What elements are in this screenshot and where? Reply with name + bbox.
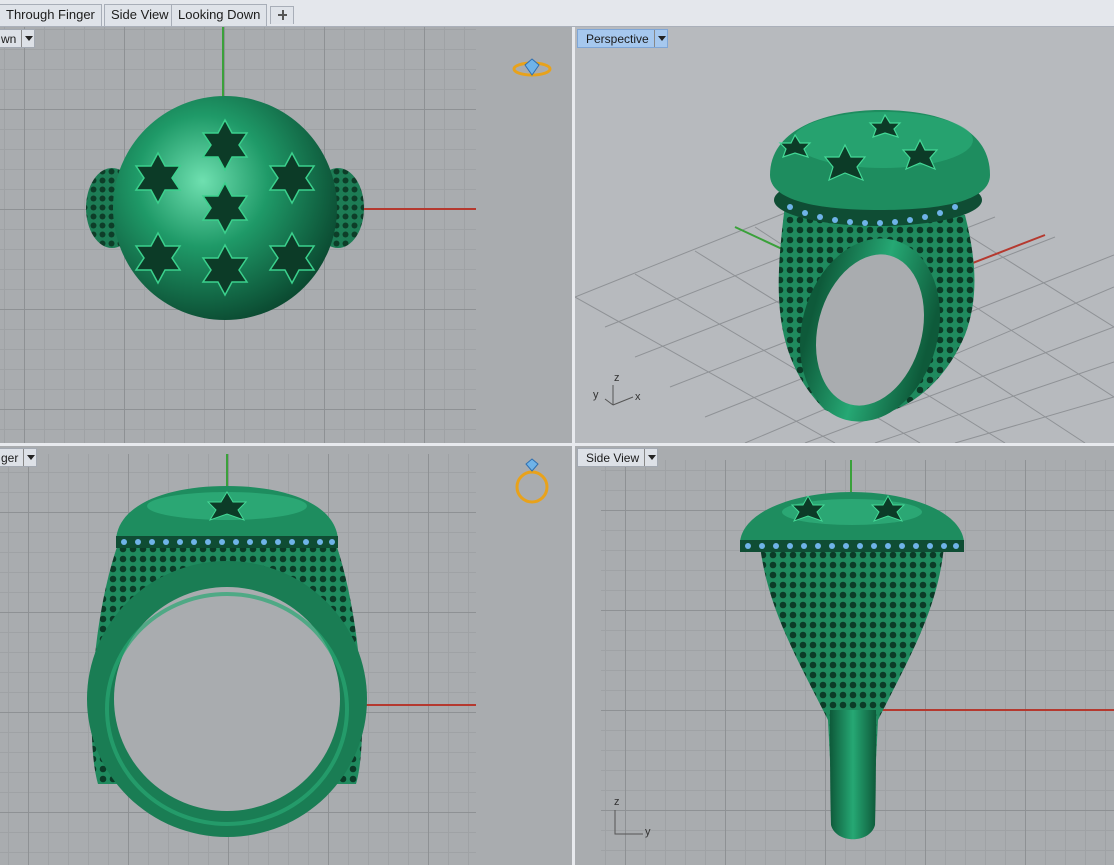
- viewport-side-view[interactable]: Side View z y: [575, 446, 1114, 865]
- viewport-tab-bar: Through Finger Side View Looking Down: [0, 0, 1114, 27]
- tab-side-view[interactable]: Side View: [104, 4, 176, 26]
- ring-model-front-view: [87, 486, 367, 837]
- ring-model-top-view: [86, 96, 364, 320]
- plus-icon[interactable]: [270, 6, 294, 24]
- viewport-through-finger[interactable]: ger: [0, 446, 572, 865]
- viewport-perspective[interactable]: Perspective z y x: [575, 27, 1114, 443]
- viewport-divider-vertical[interactable]: [572, 27, 575, 865]
- axis-gizmo: [604, 385, 634, 406]
- viewport-label[interactable]: Perspective: [577, 29, 668, 48]
- viewport-label-text: Perspective: [586, 32, 649, 46]
- z-axis-label: z: [614, 796, 620, 808]
- viewport-label[interactable]: ger: [0, 448, 38, 467]
- ring-icon[interactable]: [512, 57, 552, 79]
- tab-looking-down[interactable]: Looking Down: [171, 4, 268, 26]
- axis-gizmo: [614, 810, 643, 835]
- ring-icon[interactable]: [512, 456, 552, 506]
- chevron-down-icon[interactable]: [21, 30, 34, 47]
- viewport-looking-down[interactable]: wn: [0, 27, 572, 443]
- viewport-label[interactable]: wn: [0, 29, 36, 48]
- viewport-label[interactable]: Side View: [577, 448, 659, 467]
- viewport-label-text: ger: [1, 451, 19, 465]
- tab-through-finger[interactable]: Through Finger: [0, 4, 102, 26]
- chevron-down-icon[interactable]: [653, 30, 667, 47]
- viewport-label-text: Side View: [586, 451, 640, 465]
- ring-model-perspective: [770, 110, 990, 422]
- y-axis-label: y: [593, 389, 599, 401]
- chevron-down-icon[interactable]: [644, 449, 657, 466]
- viewport-label-text: wn: [1, 32, 17, 46]
- ring-model-side-view: [740, 492, 964, 840]
- viewport-divider-horizontal[interactable]: [0, 443, 1114, 446]
- chevron-down-icon[interactable]: [23, 449, 36, 466]
